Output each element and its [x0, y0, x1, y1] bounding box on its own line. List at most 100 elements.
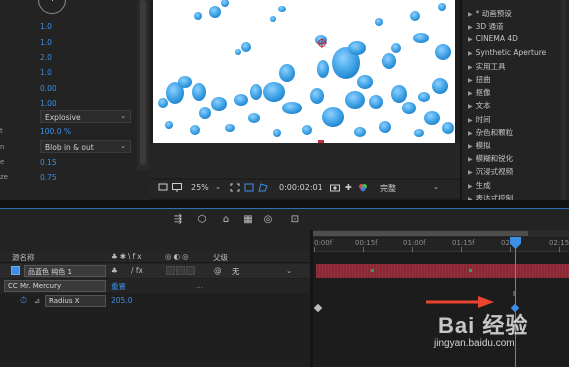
preset-category[interactable]: ▶ CINEMA 4D: [468, 34, 518, 47]
graph-editor-icon[interactable]: ⊡: [289, 214, 301, 226]
angle-knob[interactable]: [38, 0, 66, 14]
fx-value[interactable]: 0.15: [40, 158, 57, 167]
composition-viewer[interactable]: [150, 0, 460, 200]
preset-category[interactable]: ▶ 扭曲: [468, 74, 491, 87]
scroll-thumb[interactable]: [140, 0, 146, 165]
parent-header[interactable]: 父级: [213, 252, 228, 263]
fit-frame-icon[interactable]: [230, 183, 240, 192]
effect-row[interactable]: CC Mr. Mercury 重置 ...: [0, 279, 310, 293]
presets-scrollbar[interactable]: [561, 0, 566, 200]
fx-value[interactable]: 2.0: [40, 53, 52, 62]
preset-category[interactable]: ▶ 模糊和锐化: [468, 153, 513, 166]
expand-triangle-icon[interactable]: ▶: [468, 130, 473, 137]
expand-triangle-icon[interactable]: ▶: [468, 183, 473, 190]
animation-select[interactable]: Explosive ⌄: [40, 110, 131, 123]
composition-canvas[interactable]: [153, 0, 455, 143]
mask-visibility-icon[interactable]: [258, 183, 268, 192]
modes-header-icons: ◎◐◎: [165, 252, 191, 261]
monitor-icon[interactable]: [172, 183, 182, 192]
layer-name[interactable]: 品蓝色 纯色 1: [24, 265, 106, 277]
expand-triangle-icon[interactable]: ▶: [468, 103, 473, 110]
expand-triangle-icon[interactable]: ▶: [468, 169, 473, 176]
keyframe-navigator-icon[interactable]: I: [513, 290, 515, 298]
label-color-chip[interactable]: [11, 266, 20, 275]
property-row[interactable]: ⏱ ⊿ Radius X 205.0: [0, 294, 310, 308]
hide-shy-layers-icon[interactable]: ⌂: [220, 214, 232, 226]
expand-triangle-icon[interactable]: ▶: [468, 90, 473, 97]
preset-category[interactable]: ▶ 沉浸式视频: [468, 166, 513, 179]
fx-row: 0.00: [0, 82, 150, 96]
shy-switch-icon[interactable]: ♣: [111, 266, 118, 275]
chevron-down-icon[interactable]: ⌄: [433, 183, 439, 191]
preset-category[interactable]: ▶ 杂色和颗粒: [468, 127, 513, 140]
fx-value[interactable]: 1.00: [40, 99, 57, 108]
fx-scrollbar[interactable]: [137, 0, 149, 170]
current-timecode[interactable]: 0:00:02:01: [279, 183, 323, 192]
preset-category[interactable]: ▶ 时间: [468, 114, 491, 127]
preset-label: 3D 通道: [475, 22, 504, 32]
fx-value[interactable]: 0.75: [40, 173, 57, 182]
expand-triangle-icon[interactable]: ▶: [468, 117, 473, 124]
expand-triangle-icon[interactable]: ▶: [468, 11, 473, 18]
preset-label: 文本: [475, 101, 491, 111]
expand-triangle-icon[interactable]: ▶: [468, 156, 473, 163]
expand-triangle-icon[interactable]: ▶: [468, 36, 473, 43]
ruler-tick: [461, 247, 462, 252]
color-channels-icon[interactable]: [358, 183, 368, 192]
fx-value[interactable]: 1.0: [40, 38, 52, 47]
chevron-down-icon[interactable]: ⌄: [286, 266, 292, 275]
always-preview-icon[interactable]: [158, 183, 168, 192]
pickwhip-icon[interactable]: @: [214, 266, 222, 275]
fx-value[interactable]: 0.00: [40, 84, 57, 93]
fx-switch[interactable]: / fx: [131, 266, 143, 275]
panel-divider[interactable]: [0, 200, 569, 208]
resolution-select[interactable]: 完整: [380, 183, 396, 194]
expand-triangle-icon[interactable]: ▶: [468, 64, 473, 71]
fx-value[interactable]: 1.0: [40, 22, 52, 31]
expand-triangle-icon[interactable]: ▶: [468, 77, 473, 84]
preset-category[interactable]: ▶ 模拟: [468, 140, 491, 153]
expand-triangle-icon[interactable]: ▶: [468, 24, 473, 31]
expand-triangle-icon[interactable]: ▶: [468, 50, 473, 57]
parent-select[interactable]: 无: [232, 266, 240, 277]
preset-category[interactable]: ▶ 文本: [468, 100, 491, 113]
fx-value[interactable]: 1.0: [40, 68, 52, 77]
preset-category[interactable]: ▶ 抠像: [468, 87, 491, 100]
time-ruler[interactable]: 0:00f 00:15f 01:00f 01:15f 02: 02:15: [313, 238, 569, 252]
effect-options-dots[interactable]: ...: [196, 281, 203, 290]
preset-category[interactable]: ▶ Synthetic Aperture: [468, 48, 546, 61]
preset-category[interactable]: ▶ 实用工具: [468, 61, 506, 74]
draft-3d-icon[interactable]: ⬡: [196, 214, 208, 226]
chevron-down-icon[interactable]: ⌄: [215, 183, 221, 191]
zoom-level[interactable]: 25%: [191, 183, 209, 192]
show-snapshot-icon[interactable]: ✚: [345, 183, 352, 192]
frame-blending-icon[interactable]: ▦: [242, 214, 254, 226]
reset-link[interactable]: 重置: [111, 281, 126, 292]
property-value[interactable]: 205.0: [111, 296, 132, 305]
layer-row[interactable]: 品蓝色 纯色 1 ♣ / fx @ 无 ⌄: [0, 264, 310, 278]
fx-value[interactable]: 100.0 %: [40, 127, 71, 136]
work-area-range[interactable]: [313, 231, 528, 236]
grid-guides-icon[interactable]: [244, 183, 254, 192]
preset-category[interactable]: ▶ * 动画预设: [468, 8, 512, 21]
fx-label: ze: [0, 173, 8, 181]
keyframe-diamond[interactable]: [313, 303, 323, 313]
camera-snapshot-icon[interactable]: [330, 183, 340, 192]
effect-name[interactable]: CC Mr. Mercury: [4, 280, 106, 292]
switch-box[interactable]: [186, 266, 195, 275]
preset-category[interactable]: ▶ 3D 通道: [468, 21, 504, 34]
ruler-label: 0:00f: [314, 239, 333, 247]
source-name-header[interactable]: 源名称: [12, 252, 35, 263]
expand-triangle-icon[interactable]: ▶: [468, 143, 473, 150]
switch-box[interactable]: [166, 266, 175, 275]
stopwatch-icon[interactable]: ⏱: [20, 296, 27, 306]
fx-row: ze 0.75: [0, 171, 150, 185]
switch-box[interactable]: [176, 266, 185, 275]
graph-icon[interactable]: ⊿: [34, 296, 40, 305]
work-area-bar[interactable]: [313, 230, 569, 237]
motion-blur-icon[interactable]: ◎: [262, 214, 274, 226]
comp-mini-flowchart-icon[interactable]: ⇶: [172, 214, 184, 226]
preset-category[interactable]: ▶ 生成: [468, 180, 491, 193]
layer-duration-bar[interactable]: [316, 264, 569, 278]
blob-birth-select[interactable]: Blob in & out ⌄: [40, 140, 131, 153]
